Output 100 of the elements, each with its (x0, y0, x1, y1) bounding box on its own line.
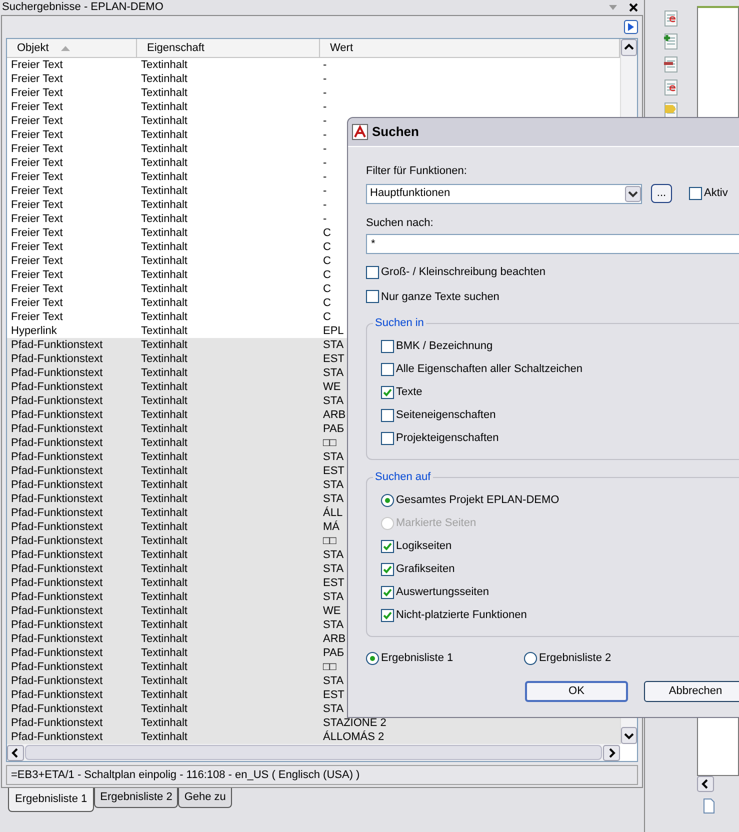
table-cell-text: STA (322, 394, 344, 408)
table-cell-text: Textinhalt (140, 198, 188, 212)
table-cell-text: - (322, 212, 327, 226)
table-cell-text: Textinhalt (140, 268, 188, 282)
table-cell-text: Textinhalt (140, 590, 188, 604)
table-cell-text: - (322, 198, 327, 212)
table-cell-text: Textinhalt (140, 156, 188, 170)
table-cell-text: Pfad-Funktionstext (10, 562, 104, 576)
table-cell-text: Freier Text (10, 212, 64, 226)
table-cell-text: Pfad-Funktionstext (10, 716, 104, 730)
table-cell-text: C (322, 254, 331, 268)
table-cell-text: STA (322, 492, 344, 506)
table-cell-text: Textinhalt (140, 240, 188, 254)
option-label: Gesamtes Projekt EPLAN-DEMO (396, 492, 560, 508)
table-cell-text: Textinhalt (140, 324, 188, 338)
table-cell-text: STA (322, 548, 344, 562)
table-cell-text: STA (322, 338, 344, 352)
table-cell-text: STA (322, 478, 344, 492)
table-cell-text: Textinhalt (140, 702, 188, 716)
table-cell-text: Textinhalt (140, 282, 188, 296)
table-cell-text: Pfad-Funktionstext (10, 660, 104, 674)
table-cell-text: Pfad-Funktionstext (10, 548, 104, 562)
table-cell-text: Textinhalt (140, 646, 188, 660)
table-cell-text: Pfad-Funktionstext (10, 450, 104, 464)
table-cell-text: Textinhalt (140, 184, 188, 198)
table-cell-text: STAZIONE 2 (322, 716, 386, 730)
table-cell-text: Textinhalt (140, 296, 188, 310)
table-cell-text: Pfad-Funktionstext (10, 352, 104, 366)
table-cell-text: Pfad-Funktionstext (10, 632, 104, 646)
table-cell-text: Pfad-Funktionstext (10, 702, 104, 716)
table-cell-text: Textinhalt (140, 436, 188, 450)
table-cell-text: Textinhalt (140, 660, 188, 674)
table-cell-text: - (322, 100, 327, 114)
table-cell-text: Pfad-Funktionstext (10, 478, 104, 492)
table-cell-text: Textinhalt (140, 366, 188, 380)
table-cell-text: WE (322, 604, 341, 618)
table-cell-text: ARB (322, 632, 346, 646)
table-cell-text: Textinhalt (140, 562, 188, 576)
table-cell-text: STA (322, 674, 344, 688)
table-cell-text: Freier Text (10, 58, 64, 72)
panel-title: Suchergebnisse - EPLAN-DEMO (2, 2, 164, 13)
table-cell-text: Textinhalt (140, 576, 188, 590)
table-cell-text: C (322, 296, 331, 310)
table-cell-text: Freier Text (10, 170, 64, 184)
table-cell-text: Freier Text (10, 254, 64, 268)
table-cell-text: Pfad-Funktionstext (10, 408, 104, 422)
table-cell-text: Textinhalt (140, 100, 188, 114)
table-cell-text: Textinhalt (140, 114, 188, 128)
table-cell-text: - (322, 156, 327, 170)
table-cell-text: Freier Text (10, 226, 64, 240)
table-cell-text: Pfad-Funktionstext (10, 492, 104, 506)
table-cell-text: Textinhalt (140, 618, 188, 632)
table-cell-text: WE (322, 380, 341, 394)
table-cell-text: - (322, 128, 327, 142)
table-cell-text: Freier Text (10, 100, 64, 114)
table-cell-text: Freier Text (10, 282, 64, 296)
table-cell-text: - (322, 170, 327, 184)
table-cell-text: Pfad-Funktionstext (10, 506, 104, 520)
table-cell-text: Textinhalt (140, 464, 188, 478)
table-cell-text: Freier Text (10, 310, 64, 324)
table-cell-text: Pfad-Funktionstext (10, 646, 104, 660)
table-cell-text: Pfad-Funktionstext (10, 464, 104, 478)
table-cell-text: ÁLLOMÁS 2 (322, 730, 384, 744)
table-cell-text: - (322, 114, 327, 128)
table-cell-text: Textinhalt (140, 492, 188, 506)
option-label: Grafikseiten (396, 562, 455, 577)
table-cell-text: EST (322, 688, 344, 702)
table-cell-text: Pfad-Funktionstext (10, 674, 104, 688)
table-cell-text: - (322, 86, 327, 100)
table-cell-text: Freier Text (10, 268, 64, 282)
option-label: Seiteneigenschaften (396, 408, 496, 423)
table-cell-text: Textinhalt (140, 128, 188, 142)
table-cell-text: □□ (322, 436, 336, 450)
table-cell-text: Pfad-Funktionstext (10, 618, 104, 632)
table-cell-text: C (322, 268, 331, 282)
table-cell-text: Hyperlink (10, 324, 58, 338)
table-cell-text: PAБ (322, 422, 344, 436)
table-cell-text: □□ (322, 660, 336, 674)
table-cell-text: Textinhalt (140, 422, 188, 436)
table-cell-text: Pfad-Funktionstext (10, 394, 104, 408)
table-cell-text: Freier Text (10, 156, 64, 170)
table-cell-text: Textinhalt (140, 58, 188, 72)
table-cell-text: Textinhalt (140, 478, 188, 492)
checkbox-label: Aktiv (704, 186, 728, 202)
table-cell-text: Textinhalt (140, 520, 188, 534)
table-cell-text: Pfad-Funktionstext (10, 366, 104, 380)
table-cell-text: Textinhalt (140, 394, 188, 408)
table-cell-text: Pfad-Funktionstext (10, 576, 104, 590)
table-cell-text: Pfad-Funktionstext (10, 436, 104, 450)
table-cell-text: Freier Text (10, 296, 64, 310)
table-cell-text: STA (322, 618, 344, 632)
table-cell-text: Textinhalt (140, 380, 188, 394)
table-cell-text: Textinhalt (140, 730, 188, 744)
table-cell-text: STA (322, 450, 344, 464)
table-cell-text: Textinhalt (140, 716, 188, 730)
table-cell-text: STA (322, 590, 344, 604)
table-cell-text: - (322, 184, 327, 198)
table-cell-text: Textinhalt (140, 604, 188, 618)
table-cell-text: - (322, 142, 327, 156)
table-cell-text: Textinhalt (140, 170, 188, 184)
